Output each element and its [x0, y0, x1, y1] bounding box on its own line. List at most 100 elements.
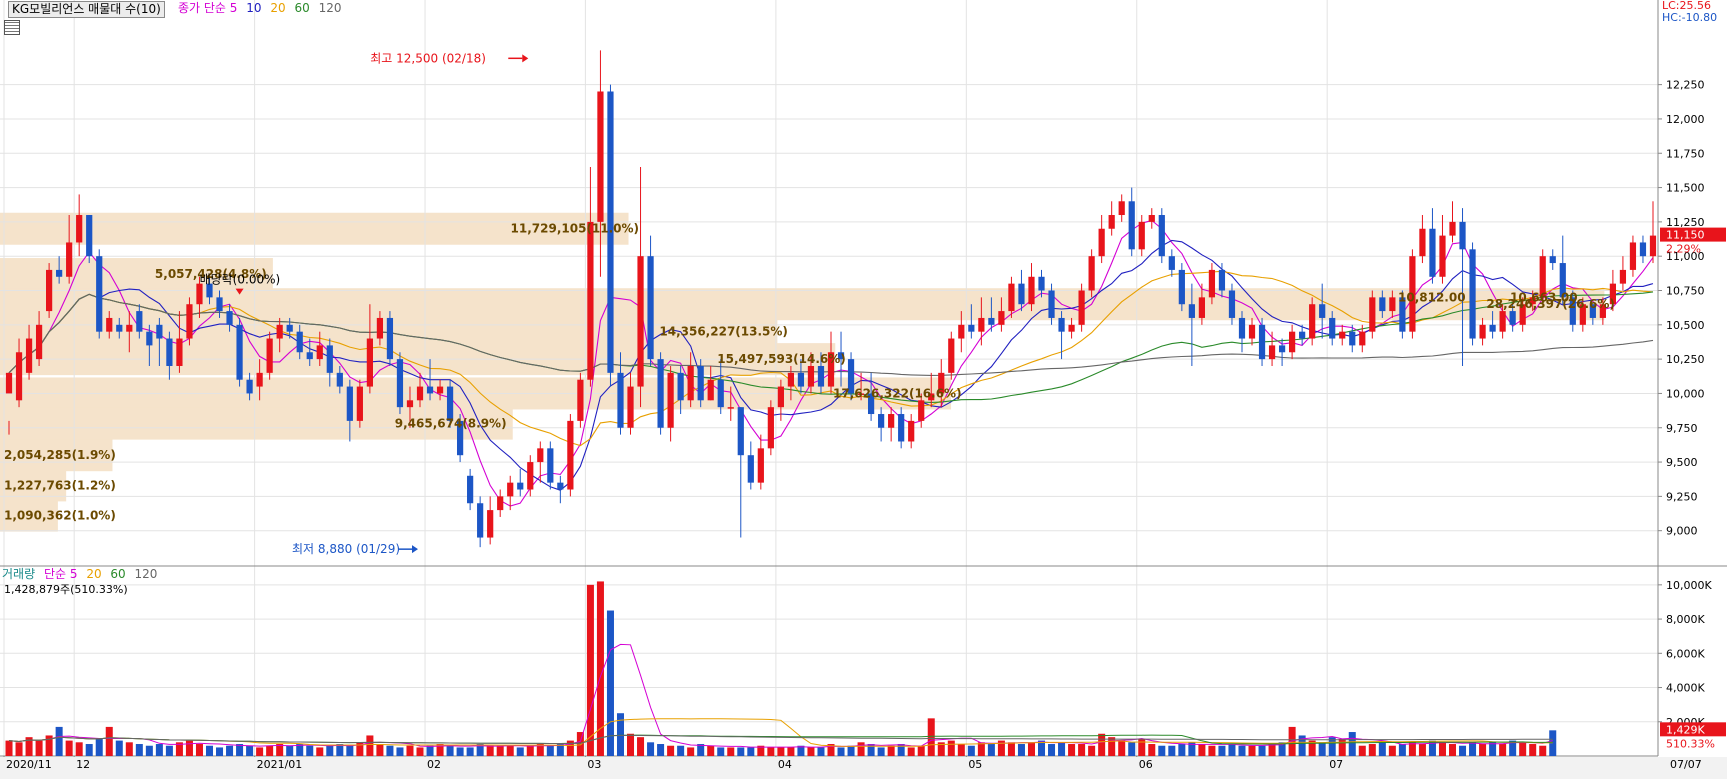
candle-body [1238, 317, 1246, 339]
ma10-label: 10 [246, 1, 262, 15]
price-tick-label: 11,250 [1666, 216, 1705, 229]
candle-body [1158, 215, 1165, 257]
price-tick-label: 11,750 [1666, 147, 1705, 160]
candle-body [1509, 311, 1516, 325]
volume-tick-label: 4,000K [1666, 682, 1705, 695]
volume-bar [5, 740, 13, 756]
volume-bar [1469, 742, 1477, 756]
current-change-label: 2.29% [1666, 243, 1701, 256]
candle-body [1188, 304, 1195, 318]
candle-body [1088, 256, 1095, 291]
candle-body [376, 317, 384, 339]
candle-body [1098, 228, 1105, 257]
candle-body [256, 372, 263, 387]
candle-body [196, 283, 203, 305]
candle-body [1429, 228, 1436, 277]
candle-body [547, 448, 554, 483]
volume-panel [0, 564, 1658, 756]
volume-bar [1168, 745, 1176, 756]
volume-bar [1448, 744, 1457, 756]
candle-body [878, 414, 885, 428]
volume-bar [1098, 733, 1106, 756]
volume-bar [386, 745, 394, 756]
candle-body [126, 324, 133, 332]
volume-bar [145, 745, 153, 756]
volume-bar [817, 747, 825, 756]
candle-body [56, 269, 63, 277]
candle-body [366, 338, 373, 387]
candle-body [336, 372, 343, 387]
volume-profile-label: 1,227,763(1.2%) [4, 478, 116, 492]
candle-body [687, 365, 694, 401]
x-tick-label: 2021/01 [257, 758, 303, 771]
x-tick-label: 07 [1329, 758, 1343, 771]
volume-bar [256, 747, 264, 756]
candle-body [1008, 283, 1015, 312]
chart-canvas[interactable]: 9,000 9,250 9,500 9,750 10,000 10,250 10,500 10… [0, 0, 1727, 779]
candle-body [1309, 304, 1316, 339]
volume-bar [1438, 742, 1446, 756]
candle-body [1349, 331, 1356, 346]
candle-body [276, 324, 283, 339]
candle-body [1168, 256, 1175, 270]
price-tick-label: 9,500 [1666, 456, 1698, 469]
price-tick-label: 10,250 [1666, 353, 1705, 366]
volume-bar [787, 747, 795, 756]
candle-body [727, 407, 734, 409]
x-tick-label: 04 [778, 758, 792, 771]
ma20-label: 20 [270, 1, 286, 15]
volume-current: 1,428,879주(510.33%) [4, 583, 128, 596]
price-tick-label: 12,250 [1666, 79, 1705, 92]
candle-body [647, 256, 654, 360]
candle-body [416, 386, 424, 401]
volume-bar [65, 740, 73, 756]
volume-bar [346, 745, 354, 756]
candle-body [1058, 317, 1065, 332]
candle-body [66, 242, 73, 277]
volume-bar [416, 747, 424, 756]
candle-body [296, 331, 303, 353]
volume-bar [1459, 745, 1467, 756]
volume-label: 거래량 [2, 567, 36, 581]
vol-ma5-label: 단순 5 [43, 567, 78, 581]
volume-bar [1238, 745, 1246, 756]
candle-body [978, 317, 985, 332]
volume-bar [957, 744, 965, 756]
volume-tick-label: 6,000K [1666, 647, 1705, 660]
volume-bar [1027, 742, 1035, 756]
volume-bar [526, 745, 534, 756]
price-tick-label: 11,500 [1666, 182, 1705, 195]
candle-body [637, 256, 644, 387]
stock-title[interactable]: KG모빌리언스 매물대 수(10) [8, 1, 165, 18]
volume-bar [777, 747, 785, 756]
candle-body [467, 475, 474, 504]
candle-body [25, 338, 33, 373]
ma60-label: 60 [294, 1, 310, 15]
volume-bar [115, 740, 123, 756]
candle-body [1128, 201, 1135, 250]
candle-body [436, 386, 444, 394]
volume-bar [1017, 744, 1025, 756]
volume-bar [486, 745, 494, 756]
candle-body [236, 324, 243, 380]
candle-body [1038, 276, 1045, 291]
volume-bar [707, 745, 715, 756]
volume-bar [586, 584, 594, 756]
volume-bar [1318, 742, 1326, 756]
volume-bar [1048, 744, 1056, 756]
volume-bar [977, 742, 985, 756]
candle-body [356, 386, 363, 421]
table-icon[interactable] [4, 20, 20, 35]
volume-bar [606, 610, 614, 756]
volume-bar [1348, 732, 1356, 756]
candle-body [1469, 249, 1476, 339]
candle-body [1419, 228, 1426, 257]
x-tick-label: 2020/11 [6, 758, 52, 771]
candle-body [226, 311, 233, 325]
x-tick-label: 05 [968, 758, 982, 771]
candle-body [998, 311, 1005, 325]
volume-bar [226, 745, 234, 756]
candle-body [747, 455, 754, 483]
candle-body [426, 386, 434, 394]
candle-body [707, 379, 714, 401]
